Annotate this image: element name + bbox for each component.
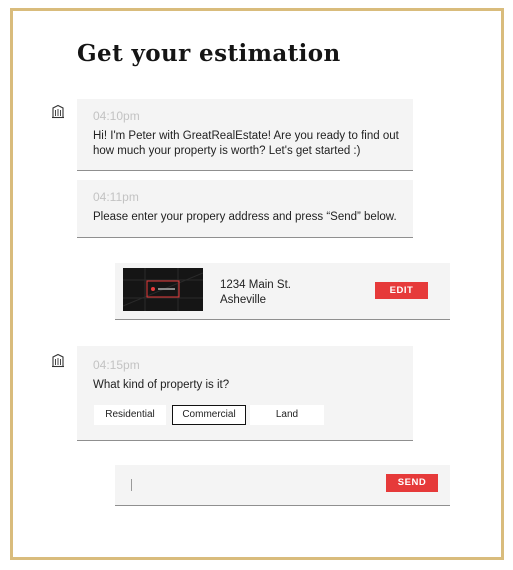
message-time: 04:15pm <box>93 358 140 372</box>
chat-message-1: 04:10pm Hi! I'm Peter with GreatRealEsta… <box>77 99 413 171</box>
map-thumbnail <box>123 268 203 311</box>
option-commercial[interactable]: Commercial <box>172 405 246 425</box>
page-title: Get your estimation <box>77 40 341 67</box>
option-residential[interactable]: Residential <box>94 405 166 425</box>
address-line-2: Asheville <box>220 294 267 306</box>
send-button[interactable]: SEND <box>386 474 438 492</box>
message-text: Please enter your propery address and pr… <box>93 211 397 223</box>
chat-message-3: 04:15pm What kind of property is it? <box>77 346 413 441</box>
edit-button[interactable]: EDIT <box>375 282 428 299</box>
option-land[interactable]: Land <box>250 405 324 425</box>
message-time: 04:10pm <box>93 109 140 123</box>
text-cursor <box>131 479 132 491</box>
chat-message-2: 04:11pm Please enter your propery addres… <box>77 180 413 238</box>
address-text: 1234 Main St. Asheville <box>220 278 291 308</box>
message-text: What kind of property is it? <box>93 379 230 391</box>
building-icon <box>52 104 64 119</box>
address-line-1: 1234 Main St. <box>220 279 291 291</box>
message-time: 04:11pm <box>93 190 139 204</box>
building-icon <box>52 353 64 368</box>
message-text-line-2: how much your property is worth? Let's g… <box>93 145 361 157</box>
message-text-line-1: Hi! I'm Peter with GreatRealEstate! Are … <box>93 130 399 142</box>
address-input[interactable] <box>128 472 373 498</box>
